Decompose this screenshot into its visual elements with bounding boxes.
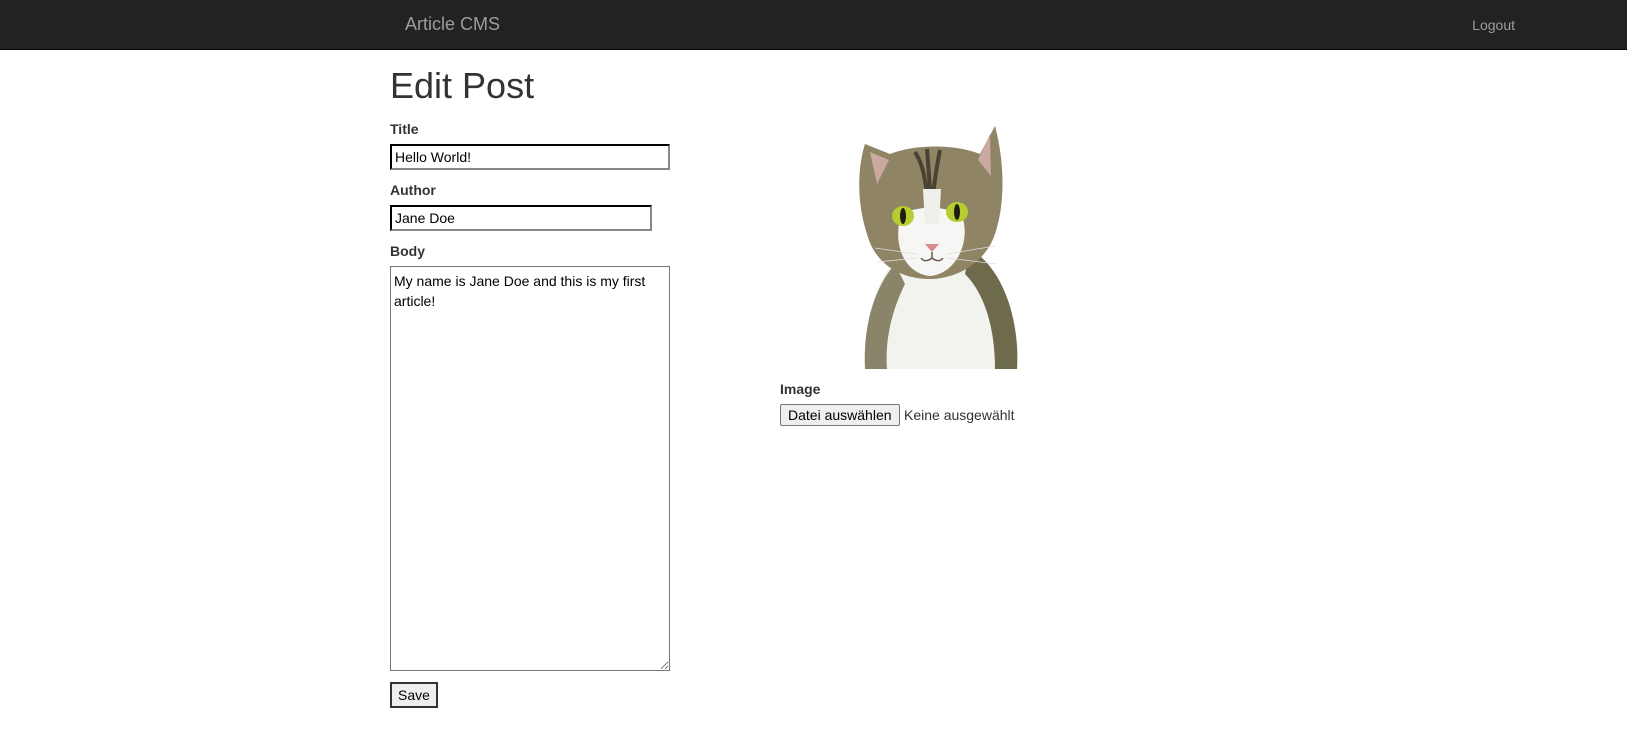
brand-link[interactable]: Article CMS [405, 14, 500, 35]
title-input[interactable] [390, 144, 670, 170]
logout-link[interactable]: Logout [1472, 17, 1515, 33]
body-label: Body [390, 243, 425, 259]
page-title: Edit Post [390, 65, 535, 106]
title-label: Title [390, 121, 419, 137]
image-label: Image [780, 381, 821, 397]
choose-file-button[interactable]: Datei auswählen [780, 404, 900, 426]
save-button[interactable]: Save [390, 682, 438, 708]
author-label: Author [390, 182, 436, 198]
author-input[interactable] [390, 205, 652, 231]
body-textarea[interactable]: My name is Jane Doe and this is my first… [390, 266, 670, 671]
file-status-text: Keine ausgewählt [904, 407, 1015, 423]
top-navbar: Article CMS Logout [0, 0, 1627, 50]
cat-photo [859, 126, 1018, 369]
